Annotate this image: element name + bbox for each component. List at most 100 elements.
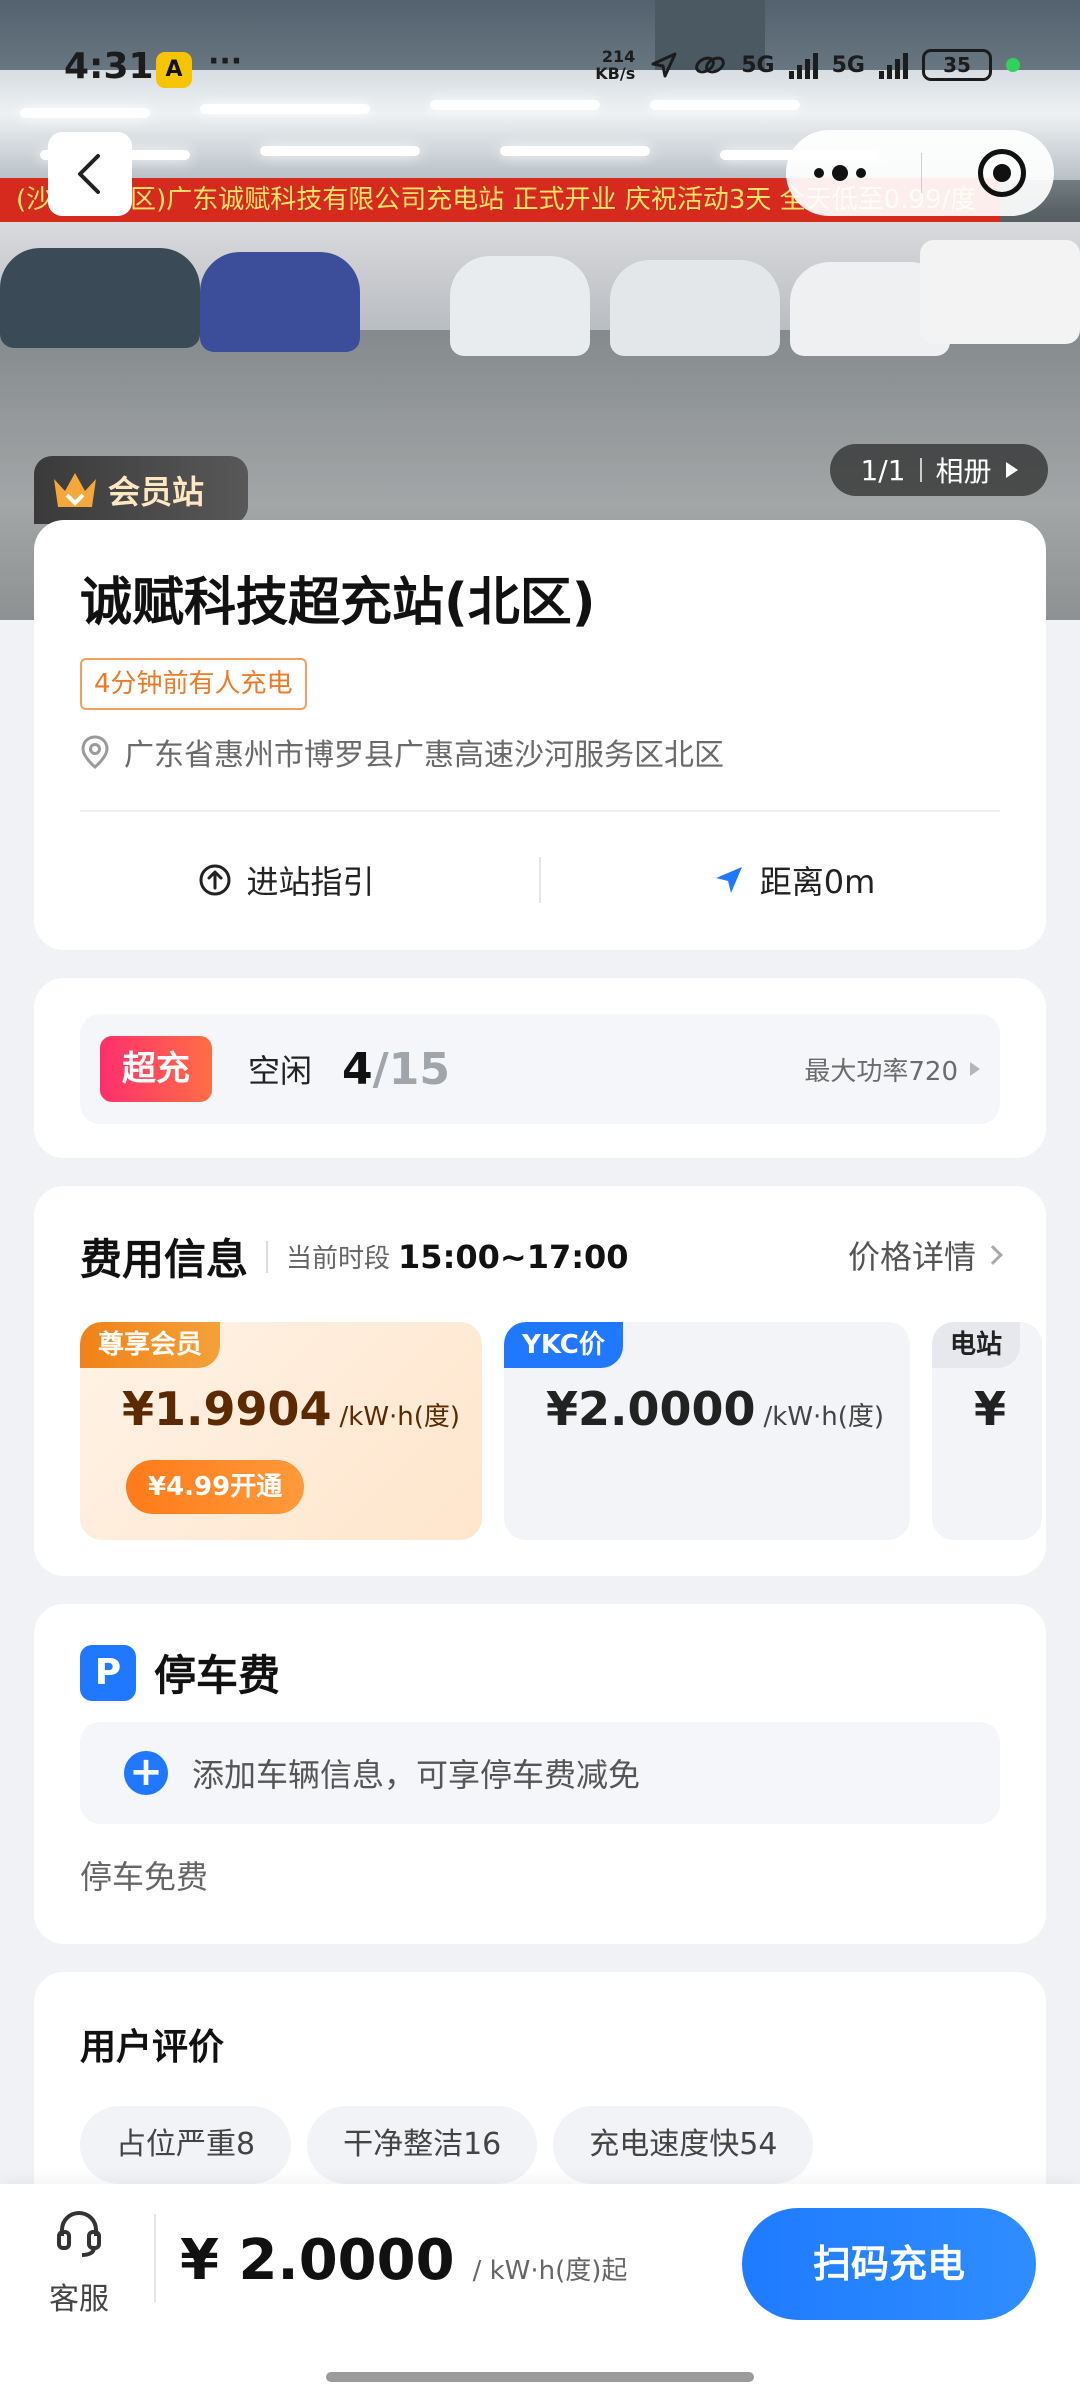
fee-title: 费用信息 — [80, 1235, 249, 1284]
home-indicator[interactable] — [326, 2372, 754, 2382]
max-power-label: 最大功率720 — [804, 1056, 958, 1087]
privacy-indicator — [1006, 58, 1020, 72]
signal-label-2: 5G — [831, 52, 865, 78]
review-title: 用户评价 — [80, 2027, 225, 2068]
parking-free-note: 停车免费 — [80, 1858, 209, 1896]
chevron-left-icon — [78, 154, 100, 194]
address-text: 广东省惠州市博罗县广惠高速沙河服务区北区 — [124, 738, 724, 773]
member-price-tag: 尊享会员 — [80, 1322, 221, 1368]
availability-card: 超充 空闲 4 /15 最大功率720 — [34, 978, 1046, 1158]
member-price-unit: /kW·h(度) — [339, 1402, 461, 1432]
charger-status-row[interactable]: 超充 空闲 4 /15 最大功率720 — [80, 1014, 1000, 1124]
plus-icon: + — [124, 1751, 168, 1795]
fee-divider — [266, 1240, 269, 1273]
review-tag[interactable]: 充电速度快54 — [553, 2106, 814, 2184]
signal-bars-icon — [788, 51, 818, 79]
parking-title: 停车费 — [154, 1651, 281, 1700]
status-right: 214 KB/s 5G 5G 35 — [595, 48, 1020, 82]
more-options-icon[interactable] — [813, 165, 866, 181]
open-membership-button[interactable]: ¥4.99开通 — [126, 1460, 305, 1514]
review-tag[interactable]: 干净整洁16 — [307, 2106, 538, 2184]
station-price: ¥ — [974, 1382, 1006, 1436]
album-label: 相册 — [935, 455, 992, 488]
status-more: ··· — [208, 44, 243, 79]
status-time: 4:31 — [64, 46, 154, 87]
station-address[interactable]: 广东省惠州市博罗县广惠高速沙河服务区北区 — [80, 730, 724, 774]
play-arrow-icon — [1005, 462, 1018, 478]
chevron-right-icon — [970, 1062, 980, 1076]
bottom-divider — [154, 2214, 156, 2302]
album-index: 1/1 — [860, 453, 906, 487]
station-price-card[interactable]: 电站 ¥ — [932, 1322, 1042, 1540]
starting-price-unit: / kW·h(度)起 — [472, 2256, 628, 2286]
customer-service-label: 客服 — [49, 2282, 109, 2317]
parking-header: P 停车费 — [80, 1642, 280, 1703]
status-bar: 4:31 A ··· 214 KB/s 5G 5G 35 — [0, 0, 1080, 140]
idle-total: /15 — [372, 1043, 450, 1095]
ykc-price-tag: YKC价 — [504, 1322, 623, 1368]
member-tag-label: 会员站 — [108, 473, 205, 511]
fee-period: 15:00~17:00 — [398, 1237, 629, 1276]
close-miniprogram-icon[interactable] — [978, 149, 1027, 197]
location-arrow-icon — [651, 52, 677, 78]
entry-guide-button[interactable]: 进站指引 — [34, 857, 539, 903]
price-detail-label: 价格详情 — [847, 1238, 976, 1276]
photo-car — [450, 256, 590, 356]
album-divider — [919, 458, 922, 482]
signal-label-1: 5G — [741, 52, 775, 78]
entry-guide-label: 进站指引 — [246, 863, 375, 901]
recent-charge-badge: 4分钟前有人充电 — [80, 658, 307, 710]
photo-car — [200, 252, 360, 352]
customer-service-button[interactable]: 客服 — [44, 2208, 114, 2318]
idle-label: 空闲 — [248, 1052, 313, 1090]
chevron-right-icon — [983, 1245, 1003, 1265]
review-tags: 占位严重8 干净整洁16 充电速度快54 — [80, 2106, 814, 2184]
member-price-value: ¥1.9904 — [122, 1382, 332, 1436]
app-notification-icon: A — [156, 52, 192, 88]
photo-car — [0, 248, 200, 348]
network-speed: 214 KB/s — [595, 47, 636, 83]
idle-count: 4 — [342, 1043, 373, 1095]
fee-period-label: 当前时段 — [286, 1244, 391, 1274]
starting-price-value: ¥ 2.0000 — [180, 2228, 455, 2293]
station-actions: 进站指引 距离0m — [34, 838, 1046, 922]
capsule-divider — [921, 153, 923, 193]
max-power: 最大功率720 — [804, 1051, 980, 1088]
station-divider — [80, 810, 1000, 812]
station-info-card: 诚赋科技超充站(北区) 4分钟前有人充电 广东省惠州市博罗县广惠高速沙河服务区北… — [34, 520, 1046, 950]
parking-card: P 停车费 + 添加车辆信息，可享停车费减免 停车免费 — [34, 1604, 1046, 1944]
bottom-action-bar: 客服 ¥ 2.0000 / kW·h(度)起 扫码充电 — [0, 2184, 1080, 2400]
station-name: 诚赋科技超充站(北区) — [80, 573, 596, 633]
member-price: ¥1.9904 /kW·h(度) — [122, 1382, 460, 1436]
starting-price: ¥ 2.0000 / kW·h(度)起 — [180, 2228, 627, 2293]
navigate-arrow-icon — [715, 867, 742, 893]
photo-car — [920, 240, 1080, 344]
scan-to-charge-button[interactable]: 扫码充电 — [742, 2208, 1036, 2320]
super-charge-badge: 超充 — [100, 1036, 212, 1102]
ykc-price: ¥2.0000 /kW·h(度) — [546, 1382, 884, 1436]
signal-bars-icon — [879, 51, 908, 79]
fee-header: 费用信息 当前时段 15:00~17:00 — [80, 1226, 629, 1287]
back-button[interactable] — [48, 132, 132, 216]
crown-icon — [54, 473, 96, 507]
ykc-price-card[interactable]: YKC价 ¥2.0000 /kW·h(度) — [504, 1322, 910, 1540]
add-vehicle-button[interactable]: + 添加车辆信息，可享停车费减免 — [80, 1722, 1000, 1824]
photo-car — [610, 260, 780, 356]
album-button[interactable]: 1/1 相册 — [830, 444, 1048, 496]
review-tag[interactable]: 占位严重8 — [80, 2106, 292, 2184]
member-station-tag: 会员站 — [34, 456, 248, 524]
headset-icon — [57, 2210, 101, 2257]
station-price-tag: 电站 — [932, 1322, 1021, 1368]
distance-label: 距离0m — [759, 863, 876, 901]
miniprogram-capsule — [786, 130, 1054, 216]
battery-icon: 35 — [922, 49, 992, 81]
navigation-button[interactable]: 距离0m — [541, 857, 1046, 903]
location-pin-icon — [81, 735, 109, 769]
add-vehicle-label: 添加车辆信息，可享停车费减免 — [192, 1756, 641, 1794]
member-price-card[interactable]: 尊享会员 ¥1.9904 /kW·h(度) ¥4.99开通 — [80, 1322, 482, 1540]
fee-info-card: 费用信息 当前时段 15:00~17:00 价格详情 尊享会员 ¥1.9904 … — [34, 1186, 1046, 1576]
ykc-price-value: ¥2.0000 — [546, 1382, 756, 1436]
price-detail-link[interactable]: 价格详情 — [847, 1232, 1003, 1278]
ykc-price-unit: /kW·h(度) — [763, 1402, 885, 1432]
link-icon — [695, 56, 726, 74]
